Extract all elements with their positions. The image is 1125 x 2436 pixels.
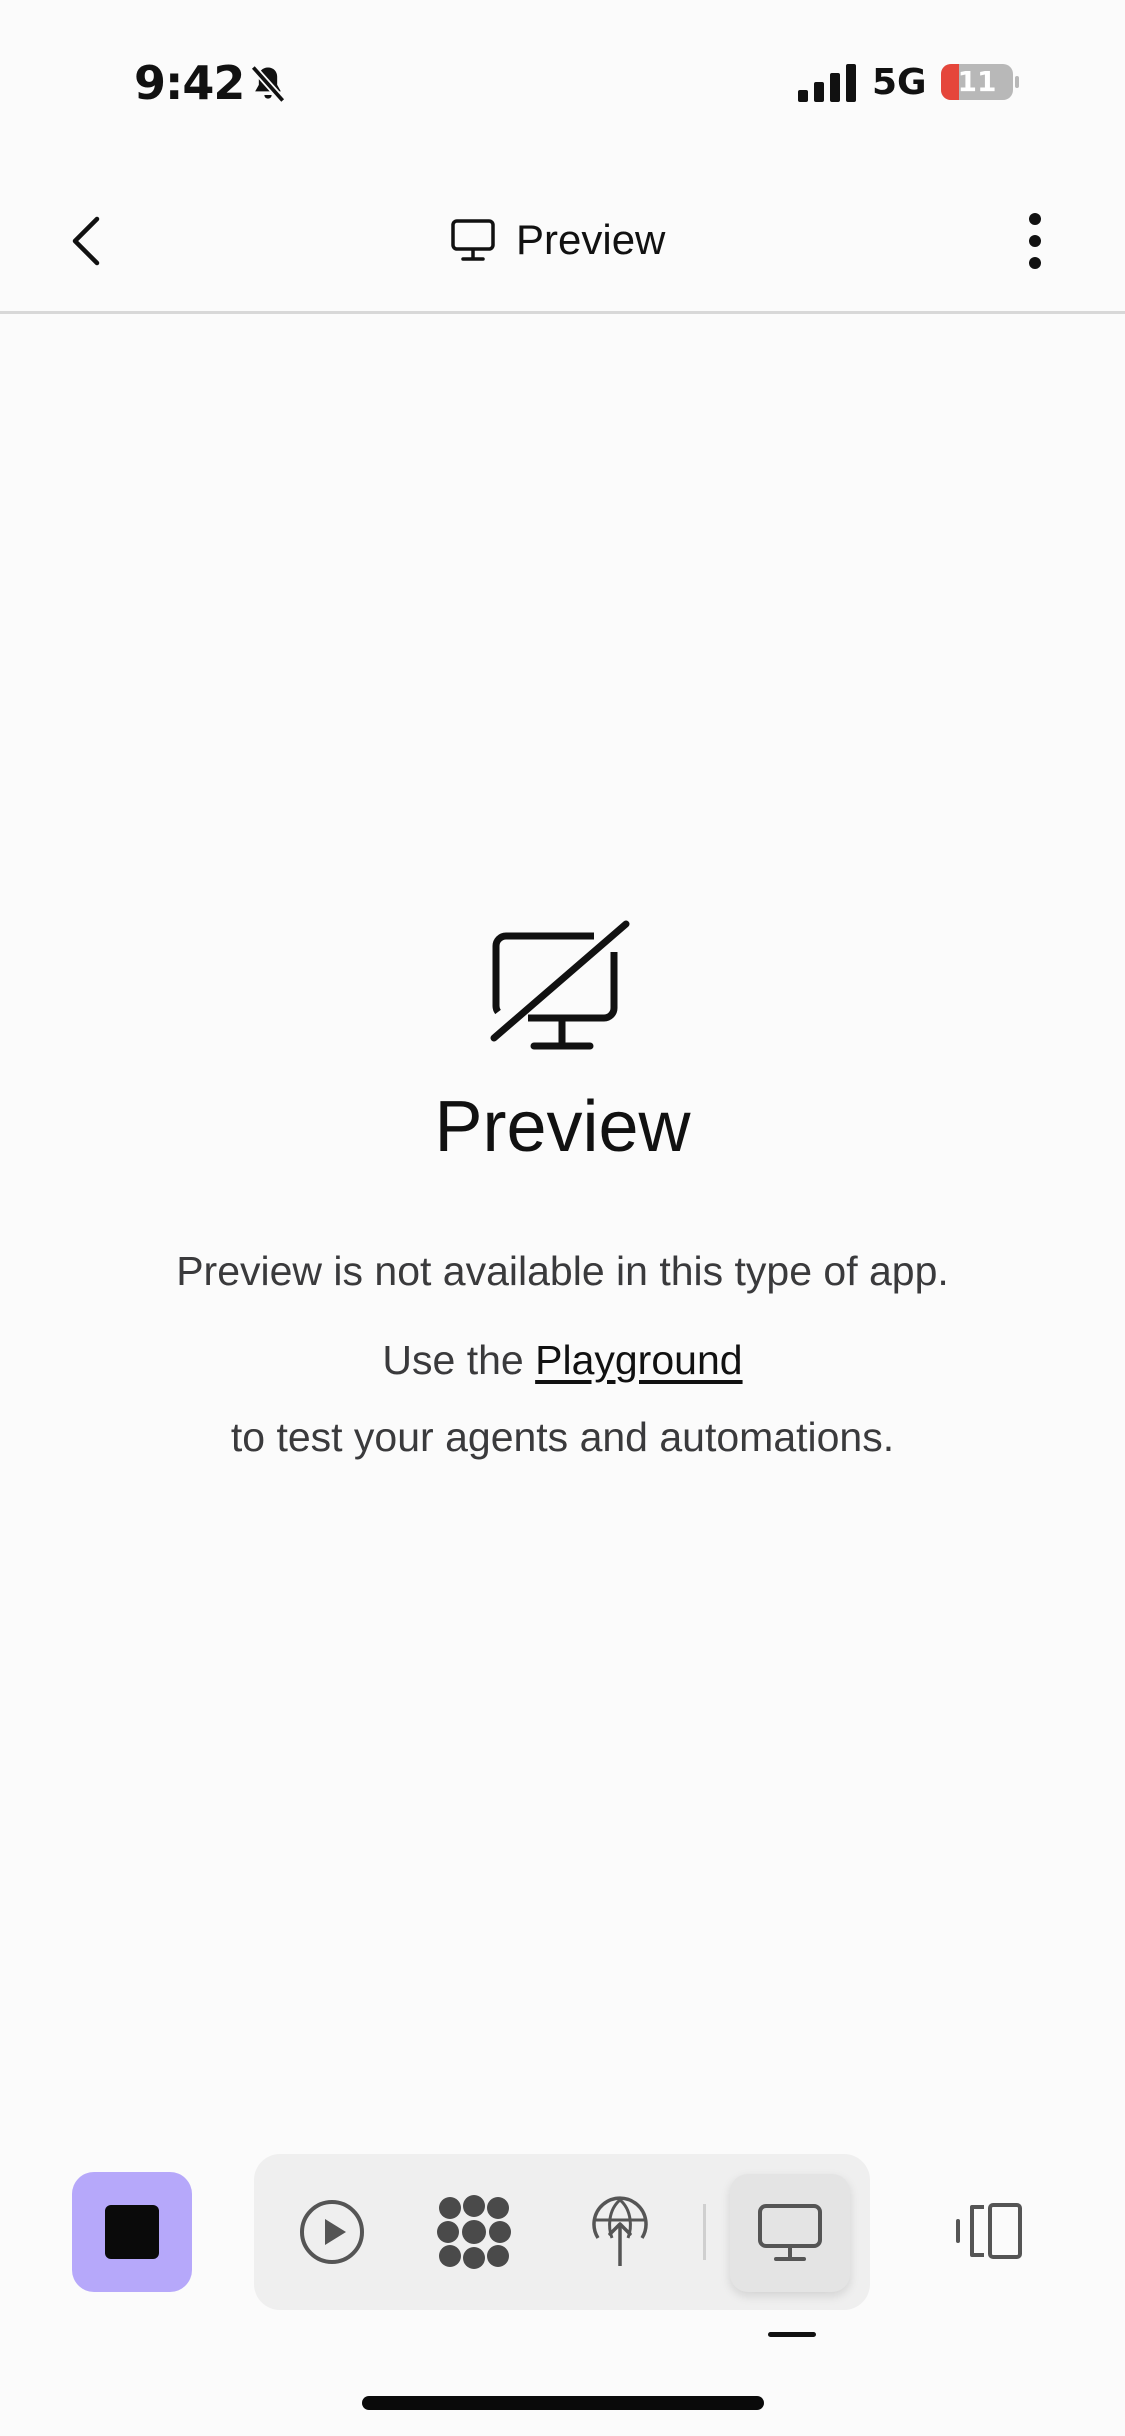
split-view-button[interactable]	[950, 2196, 1030, 2266]
monitor-icon	[758, 2204, 822, 2261]
more-options-button[interactable]	[1010, 206, 1060, 276]
monitor-off-icon	[490, 920, 629, 1050]
active-tab-indicator	[768, 2332, 816, 2337]
run-button[interactable]	[282, 2182, 382, 2282]
status-time: 9:42	[134, 56, 245, 110]
empty-state-message: Preview is not available in this type of…	[176, 1248, 949, 1294]
stop-button[interactable]	[72, 2172, 192, 2292]
signal-icon	[798, 64, 856, 102]
home-indicator[interactable]	[362, 2396, 764, 2410]
stop-icon	[105, 2205, 159, 2259]
battery-level: 11	[957, 65, 997, 98]
toolbar-group	[254, 2154, 870, 2310]
chevron-left-icon	[72, 216, 100, 266]
empty-state-hint: Use the Playground	[0, 1337, 1125, 1384]
publish-globe-icon	[592, 2196, 648, 2266]
empty-state: Preview Preview is not available in this…	[0, 920, 1125, 1461]
bell-off-icon	[250, 65, 286, 103]
back-button[interactable]	[56, 206, 116, 276]
playground-link[interactable]: Playground	[535, 1337, 742, 1383]
hint-prefix: Use the	[382, 1337, 536, 1383]
empty-state-hint-continued: to test your agents and automations.	[230, 1414, 895, 1460]
status-bar: 9:42 5G 11	[0, 0, 1125, 150]
empty-state-title: Preview	[434, 1087, 691, 1167]
nav-title-group: Preview	[450, 210, 665, 270]
toolbar-divider	[703, 2204, 706, 2260]
nav-title: Preview	[516, 216, 666, 263]
publish-button[interactable]	[570, 2182, 670, 2282]
nav-bar: Preview	[0, 170, 1125, 314]
preview-button[interactable]	[730, 2174, 850, 2292]
play-circle-icon	[300, 2200, 364, 2264]
monitor-icon	[451, 219, 495, 261]
more-vertical-icon	[1029, 213, 1041, 269]
network-label: 5G	[872, 62, 927, 103]
split-view-icon	[956, 2203, 1022, 2259]
app-screen: 9:42 5G 11 Preview Preview Preview is no…	[0, 0, 1125, 2436]
agents-button[interactable]	[424, 2182, 524, 2282]
agents-icon	[437, 2195, 511, 2269]
